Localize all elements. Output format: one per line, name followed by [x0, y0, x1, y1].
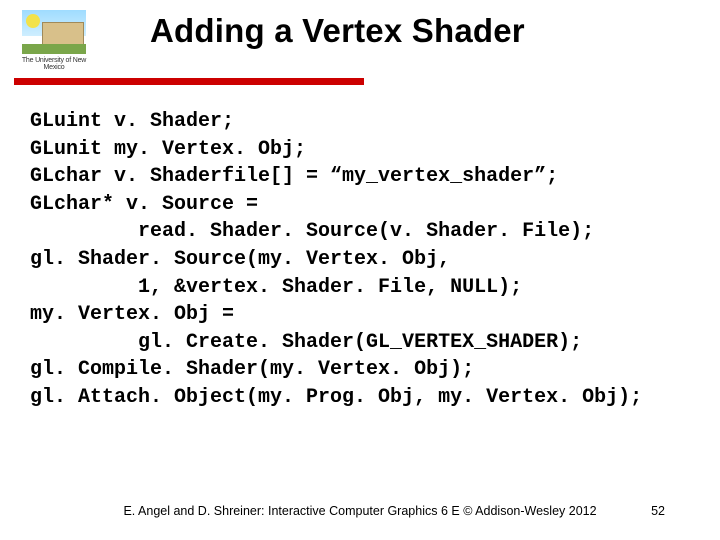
title-underline — [14, 78, 364, 85]
university-logo: The University of New Mexico — [14, 10, 94, 71]
footer-citation: E. Angel and D. Shreiner: Interactive Co… — [0, 504, 720, 518]
logo-graphic — [22, 10, 86, 54]
slide-title: Adding a Vertex Shader — [150, 12, 525, 50]
logo-caption: The University of New Mexico — [14, 57, 94, 71]
page-number: 52 — [651, 504, 665, 518]
code-block: GLuint v. Shader; GLunit my. Vertex. Obj… — [30, 108, 642, 412]
